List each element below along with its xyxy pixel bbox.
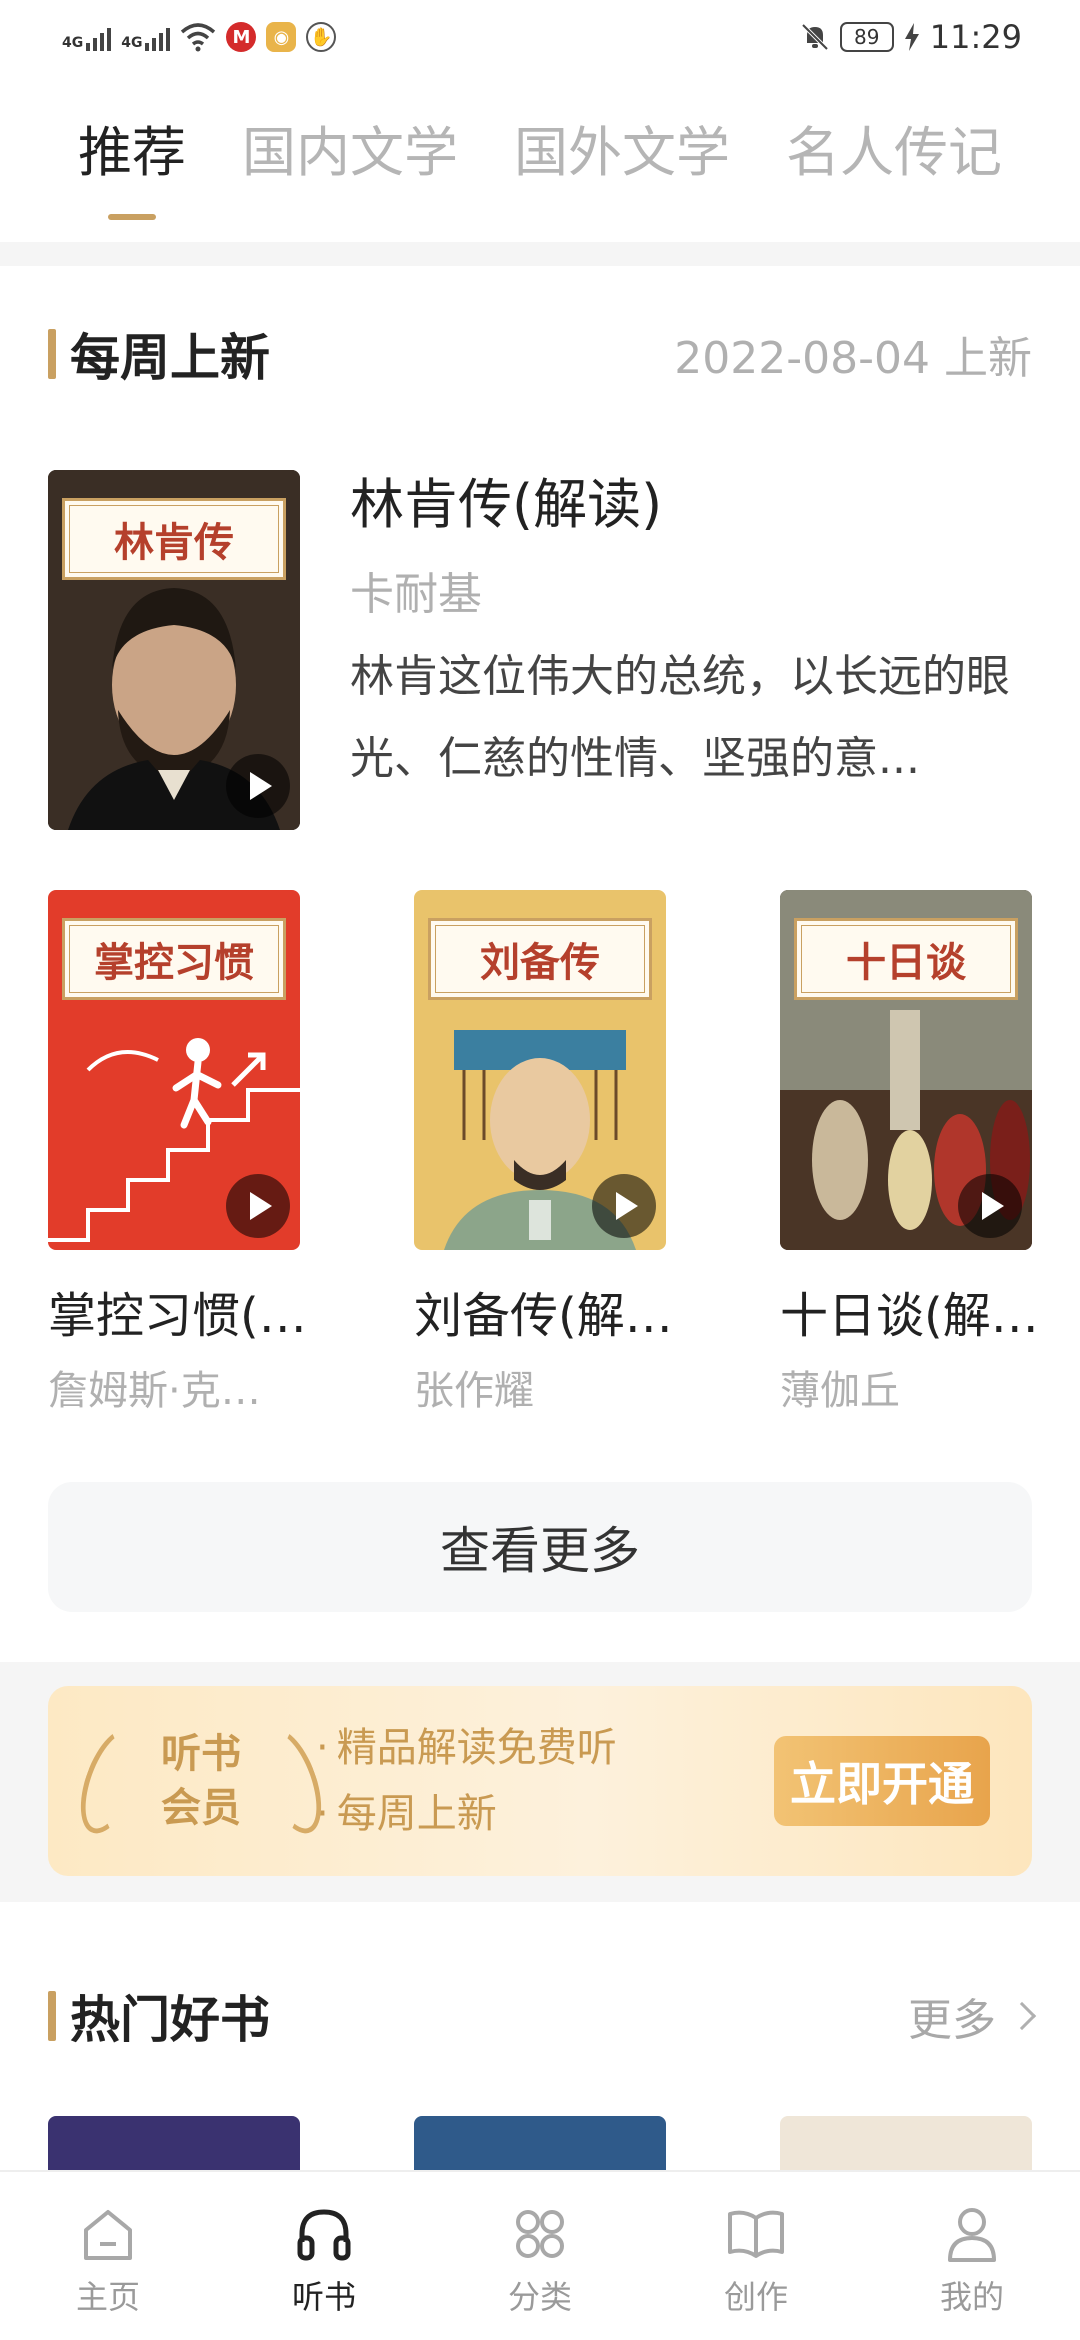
status-left: 4G 4G M ◉ ✋ <box>62 22 337 52</box>
wifi-icon <box>181 23 216 52</box>
laurel-badge: 听书 会员 <box>68 1686 334 1876</box>
cover-title: 十日谈 <box>794 918 1018 1000</box>
book-cover[interactable]: 掌控习惯 <box>48 890 300 1250</box>
book-grid: 掌控习惯 掌控习惯(解读) 詹姆斯·克利尔 刘备传 刘备传(解读) 张作耀 <box>48 890 1050 1416</box>
vip-benefits: 精品解读免费听 每周上新 <box>316 1715 617 1847</box>
book-cover[interactable]: 十日谈 <box>780 890 1032 1250</box>
tab-recommended[interactable]: 推荐 <box>78 110 186 220</box>
book-cover[interactable] <box>780 2116 1032 2176</box>
home-icon <box>84 2210 132 2260</box>
more-label: 更多 <box>908 1995 996 2046</box>
play-icon[interactable] <box>592 1174 656 1238</box>
play-icon[interactable] <box>226 1174 290 1238</box>
weekly-section-header: 每周上新 2022-08-04 上新 <box>48 318 1032 390</box>
nav-create[interactable]: 创作 <box>676 2202 836 2340</box>
book-author: 薄伽丘 <box>780 1368 900 1414</box>
person-icon <box>948 2208 996 2262</box>
nav-profile[interactable]: 我的 <box>892 2202 1052 2340</box>
hot-section-header: 热门好书 更多 <box>48 1980 1037 2052</box>
book-description: 林肯这位伟大的总统，以长远的眼光、仁慈的性情、坚强的意... <box>350 651 1010 784</box>
vip-benefit: 每周上新 <box>316 1781 617 1847</box>
book-cover[interactable]: 林肯传 <box>48 470 300 830</box>
laurel-left-icon <box>68 1720 154 1842</box>
app-notification-icon: ◉ <box>266 22 297 52</box>
nav-audiobooks[interactable]: 听书 <box>244 2202 404 2340</box>
app-notification-icon: M <box>226 22 257 52</box>
mute-bell-icon <box>801 23 829 51</box>
open-book-icon <box>728 2210 784 2258</box>
category-tabs: 推荐 国内文学 国外文学 名人传记 <box>0 110 1080 240</box>
clock: 11:29 <box>929 18 1022 56</box>
vip-label-line1: 听书 <box>161 1731 241 1777</box>
activate-now-button[interactable]: 立即开通 <box>774 1736 990 1826</box>
book-title[interactable]: 掌控习惯(解读) <box>48 1276 318 1346</box>
hot-books-row <box>48 2116 1032 2176</box>
tab-domestic-literature[interactable]: 国内文学 <box>242 110 458 220</box>
section-title: 热门好书 <box>48 1980 270 2052</box>
status-bar: 4G 4G M ◉ ✋ 89 11:29 <box>0 0 1080 74</box>
book-title[interactable]: 林肯传(解读) <box>350 470 1032 540</box>
bottom-navigation: 主页 听书 分类 创作 我的 <box>0 2170 1080 2340</box>
book-title[interactable]: 刘备传(解读) <box>414 1276 684 1346</box>
nav-label: 主页 <box>75 2278 140 2316</box>
book-author: 张作耀 <box>414 1368 534 1414</box>
cover-title: 刘备传 <box>428 918 652 1000</box>
nav-label: 我的 <box>939 2278 1004 2316</box>
signal-icon: 4G <box>121 23 171 51</box>
vip-label-line2: 会员 <box>161 1785 241 1831</box>
view-more-button[interactable]: 查看更多 <box>48 1482 1032 1612</box>
tab-biographies[interactable]: 名人传记 <box>786 110 1002 220</box>
cover-title: 林肯传 <box>62 498 286 580</box>
book-author: 詹姆斯·克利尔 <box>48 1368 300 1414</box>
book-card[interactable]: 十日谈 十日谈(解读) 薄伽丘 <box>780 890 1050 1416</box>
battery-indicator: 89 <box>839 22 894 52</box>
vip-membership-banner[interactable]: 听书 会员 精品解读免费听 每周上新 立即开通 <box>48 1686 1032 1876</box>
network-type: 4G <box>62 35 84 51</box>
network-type: 4G <box>121 35 143 51</box>
nav-label: 分类 <box>507 2278 572 2316</box>
book-title[interactable]: 十日谈(解读) <box>780 1276 1050 1346</box>
book-cover[interactable]: 刘备传 <box>414 890 666 1250</box>
nav-categories[interactable]: 分类 <box>460 2202 620 2340</box>
section-title: 每周上新 <box>48 318 270 390</box>
chevron-right-icon <box>1007 2001 1037 2031</box>
book-cover[interactable] <box>414 2116 666 2176</box>
vip-benefit: 精品解读免费听 <box>316 1715 617 1781</box>
hand-icon: ✋ <box>306 22 337 52</box>
grid-icon <box>516 2210 564 2258</box>
featured-book-info: 林肯传(解读) 卡耐基 林肯这位伟大的总统，以长远的眼光、仁慈的性情、坚强的意.… <box>350 470 1032 830</box>
update-date: 2022-08-04 上新 <box>674 333 1032 384</box>
more-link[interactable]: 更多 <box>908 1984 1037 2048</box>
signal-icon: 4G <box>62 23 112 51</box>
book-card[interactable]: 掌控习惯 掌控习惯(解读) 詹姆斯·克利尔 <box>48 890 318 1416</box>
nav-label: 创作 <box>723 2278 788 2316</box>
play-icon[interactable] <box>226 754 290 818</box>
play-icon[interactable] <box>958 1174 1022 1238</box>
tab-foreign-literature[interactable]: 国外文学 <box>514 110 730 220</box>
cover-title: 掌控习惯 <box>62 918 286 1000</box>
status-right: 89 11:29 <box>800 18 1022 56</box>
nav-home[interactable]: 主页 <box>28 2202 188 2340</box>
nav-label: 听书 <box>291 2278 356 2316</box>
headphones-icon <box>297 2209 351 2261</box>
book-card[interactable]: 刘备传 刘备传(解读) 张作耀 <box>414 890 684 1416</box>
section-divider <box>0 242 1080 266</box>
book-author: 卡耐基 <box>350 569 482 620</box>
book-cover[interactable] <box>48 2116 300 2176</box>
featured-book[interactable]: 林肯传 林肯传(解读) 卡耐基 林肯这位伟大的总统，以长远的眼光、仁慈的性情、坚… <box>48 470 1032 830</box>
charging-icon <box>904 23 919 51</box>
